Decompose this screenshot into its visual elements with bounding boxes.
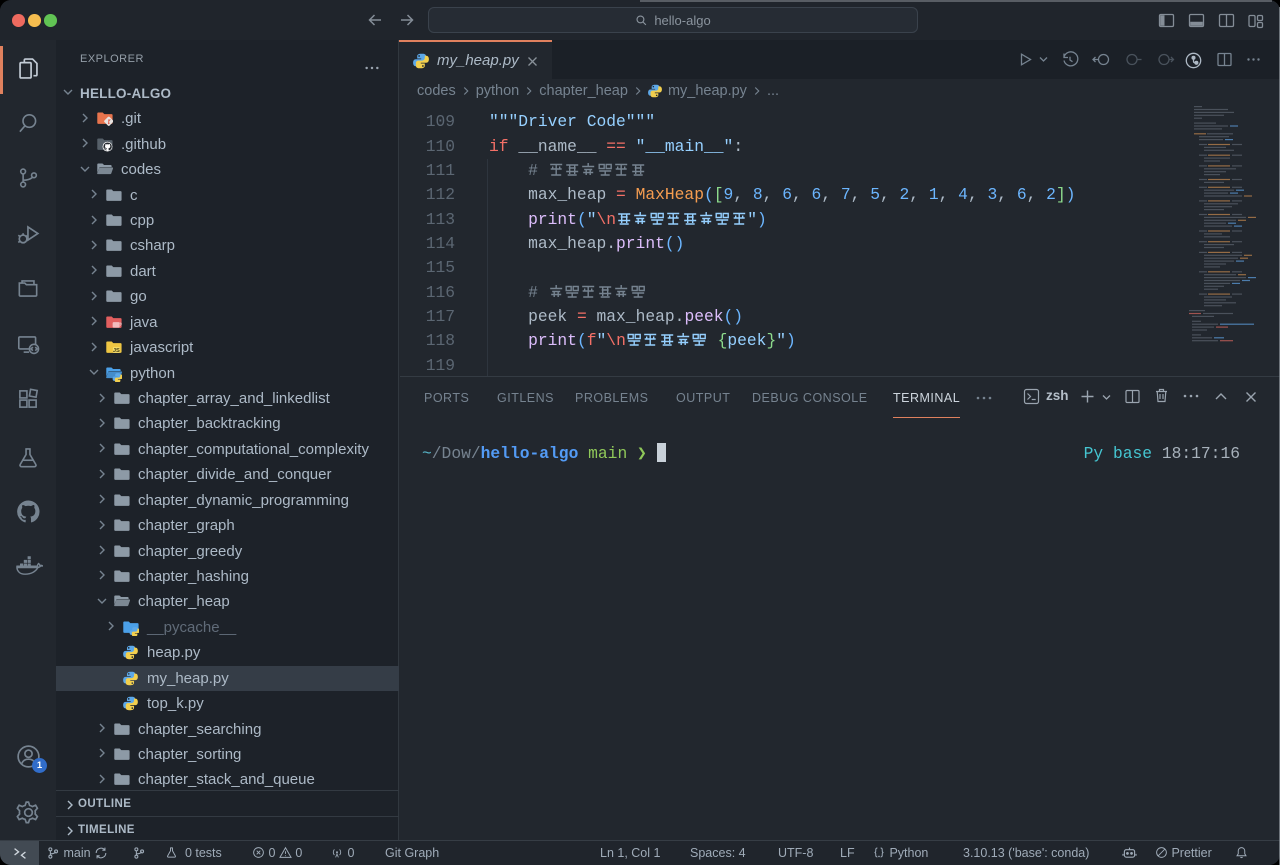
svg-text:JS: JS (113, 348, 120, 354)
